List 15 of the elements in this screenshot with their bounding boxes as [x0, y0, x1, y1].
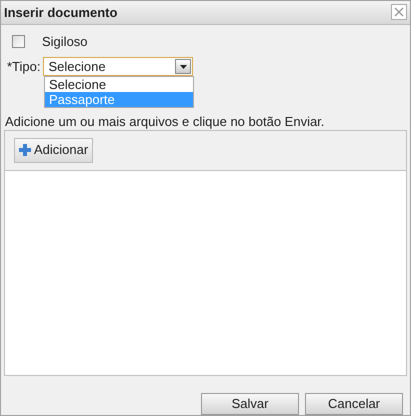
- add-button[interactable]: Adicionar: [14, 138, 94, 163]
- dialog-button[interactable]: Salvar: [201, 393, 299, 415]
- field-label: *Tipo:: [7, 58, 40, 76]
- plus-icon: [19, 144, 31, 156]
- dropdown-option[interactable]: Selecione: [45, 77, 193, 92]
- instructions-text: Adicione um ou mais arquivos e clique no botão Enviar.: [5, 114, 326, 129]
- checkbox-label: Sigiloso: [42, 32, 88, 51]
- checkbox[interactable]: [12, 34, 25, 48]
- dropdown-button[interactable]: [175, 59, 192, 74]
- caret-icon: [180, 64, 187, 69]
- window-title: Inserir documento: [4, 4, 118, 22]
- type-select[interactable]: Selecione: [43, 57, 194, 76]
- close-button[interactable]: [391, 4, 407, 20]
- close-icon: [394, 7, 404, 18]
- dialog-button[interactable]: Cancelar: [305, 393, 403, 415]
